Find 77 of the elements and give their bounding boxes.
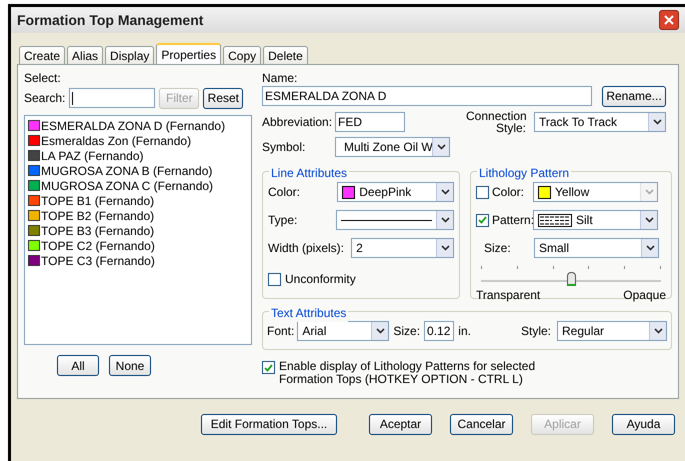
list-button[interactable]: All	[57, 355, 99, 376]
formation-item[interactable]: TOPE B2 (Fernando)	[28, 208, 248, 223]
formation-item[interactable]: LA PAZ (Fernando)	[28, 148, 248, 163]
dialog-button[interactable]: Edit Formation Tops...	[201, 414, 337, 434]
list-button[interactable]: None	[109, 355, 151, 376]
formation-item[interactable]: Esmeraldas Zon (Fernando)	[28, 133, 248, 148]
reset-button[interactable]: Reset	[203, 88, 244, 108]
checkbox[interactable]	[476, 214, 489, 226]
line-width-dropdown[interactable]: 2	[351, 238, 454, 258]
formation-item[interactable]: TOPE B3 (Fernando)	[28, 223, 248, 238]
unit-label: in.	[458, 322, 471, 340]
font-label: Font:	[267, 322, 294, 340]
name-label: Name:	[262, 70, 298, 85]
font-dropdown[interactable]: Arial	[297, 320, 390, 340]
chevron-down-icon	[652, 119, 662, 125]
enable-lithology-label: Enable display of Lithology Patterns for selected Formation Tops (HOTKEY OPTION - CTRL L)	[279, 360, 536, 386]
close-icon	[664, 15, 674, 25]
formation-item[interactable]: TOPE B1 (Fernando)	[28, 193, 248, 208]
search-label: Search:	[24, 90, 66, 107]
search-field[interactable]	[69, 88, 156, 108]
width-label: Width (pixels):	[268, 240, 346, 257]
chevron-down-icon	[376, 328, 385, 334]
chevron-down-icon	[436, 144, 446, 150]
chevron-down-icon	[440, 245, 450, 251]
check-icon	[264, 364, 273, 372]
line-type-dropdown[interactable]	[336, 210, 454, 230]
formation-item[interactable]: TOPE C2 (Fernando)	[28, 238, 248, 253]
opacity-slider[interactable]	[481, 266, 661, 286]
color-label: Color:	[268, 184, 302, 201]
chevron-down-icon	[644, 217, 654, 223]
size-label: Size:	[483, 240, 512, 257]
slider-max-label: Opaque	[623, 287, 666, 304]
dialog-button[interactable]: Ayuda	[612, 414, 675, 434]
formation-item[interactable]: MUGROSA ZONA C (Fernando)	[28, 178, 248, 193]
connection-style-label: Connection Style:	[466, 110, 526, 134]
window-title: Formation Top Management	[17, 10, 204, 30]
name-field[interactable]: ESMERALDA ZONA D	[262, 86, 592, 106]
dialog-button[interactable]: Aceptar	[369, 414, 432, 434]
symbol-dropdown[interactable]: Multi Zone Oil W	[335, 137, 450, 157]
close-button[interactable]	[659, 10, 679, 30]
checkbox[interactable]	[262, 361, 275, 374]
tab[interactable]: Display	[105, 46, 154, 64]
silt-pattern-icon	[538, 214, 572, 226]
color-label: Color:	[492, 184, 526, 201]
tab[interactable]: Copy	[223, 46, 262, 64]
style-dropdown[interactable]: Regular	[557, 320, 667, 340]
unconformity-label: Unconformity	[285, 271, 356, 288]
type-label: Type:	[268, 212, 298, 229]
chevron-down-icon	[654, 328, 662, 334]
slider-thumb[interactable]	[567, 272, 576, 286]
chevron-down-icon	[646, 245, 654, 251]
pattern-size-dropdown[interactable]: Small	[534, 238, 659, 258]
abbreviation-field[interactable]: FED	[335, 112, 405, 132]
tab[interactable]: Delete	[263, 46, 308, 64]
select-label: Select:	[24, 70, 62, 87]
style-label: Style:	[520, 322, 551, 340]
formation-item[interactable]: TOPE C3 (Fernando)	[28, 253, 248, 268]
checkbox[interactable]	[268, 272, 281, 286]
chevron-down-icon	[440, 217, 450, 223]
tab[interactable]: Alias	[67, 46, 104, 64]
symbol-label: Symbol:	[262, 139, 306, 156]
formation-item[interactable]: ESMERALDA ZONA D (Fernando)	[28, 118, 248, 133]
connection-style-dropdown[interactable]: Track To Track	[534, 112, 666, 132]
pattern-dropdown[interactable]: Silt	[533, 210, 658, 230]
size-field[interactable]: 0.12	[424, 320, 454, 340]
line-color-dropdown[interactable]: DeepPink	[337, 182, 454, 202]
tab[interactable]: Properties	[156, 43, 222, 64]
tab[interactable]: Create	[19, 46, 66, 64]
chevron-down-icon	[644, 189, 654, 195]
size-label: Size:	[393, 322, 420, 340]
slider-min-label: Transparent	[476, 287, 540, 304]
chevron-down-icon	[440, 189, 450, 195]
formation-item[interactable]: MUGROSA ZONA B (Fernando)	[28, 163, 248, 178]
rename-button[interactable]: Rename...	[602, 86, 666, 106]
abbreviation-label: Abbreviation:	[262, 114, 334, 131]
dialog-button[interactable]: Cancelar	[450, 414, 513, 434]
check-icon	[478, 216, 487, 224]
